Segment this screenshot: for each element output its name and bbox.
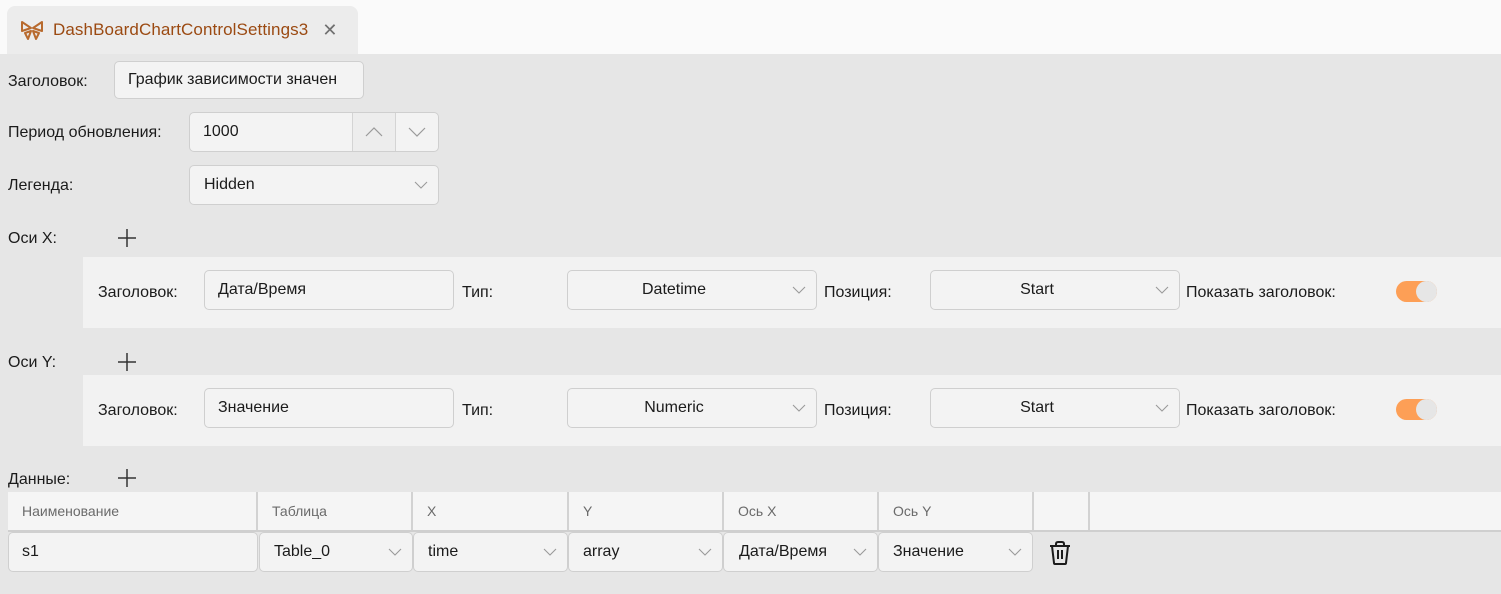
axis-x-title-label: Заголовок: xyxy=(98,284,178,301)
chevron-down-icon xyxy=(843,533,877,571)
column-header-actions xyxy=(1034,492,1090,530)
axis-y-title-value: Значение xyxy=(218,399,289,416)
butterfly-logo-icon xyxy=(20,19,44,41)
chevron-down-icon xyxy=(378,533,412,571)
chevron-down-icon xyxy=(688,533,722,571)
series-x-select[interactable]: time xyxy=(413,532,568,572)
tab-dashboard-chart-settings[interactable]: DashBoardChartControlSettings3 ✕ xyxy=(7,6,358,54)
axis-x-type-label: Тип: xyxy=(462,284,494,301)
title-label: Заголовок: xyxy=(8,73,88,90)
settings-content: Заголовок: График зависимости значен Пер… xyxy=(0,54,1501,594)
axis-y-show-title-toggle[interactable] xyxy=(1396,399,1437,420)
axis-x-row: Заголовок: Дата/Время Тип: Datetime Пози… xyxy=(83,257,1501,328)
series-x-value: time xyxy=(428,543,459,560)
legend-label: Легенда: xyxy=(8,177,74,194)
series-y-select[interactable]: array xyxy=(568,532,723,572)
axis-y-position-label: Позиция: xyxy=(824,402,892,419)
data-grid-header: Наименование Таблица X Y Ось X Ось Y xyxy=(8,492,1501,532)
add-axis-y-button[interactable] xyxy=(116,351,138,373)
chevron-down-icon xyxy=(533,533,567,571)
series-name-input[interactable]: s1 xyxy=(8,532,258,572)
axis-x-type-value: Datetime xyxy=(641,281,707,298)
chart-title-input[interactable]: График зависимости значен xyxy=(114,61,364,99)
toggle-knob xyxy=(1416,399,1437,420)
column-header-y[interactable]: Y xyxy=(569,492,724,530)
axis-y-position-select[interactable]: Start xyxy=(930,388,1180,428)
series-axis-x-select[interactable]: Дата/Время xyxy=(723,532,878,572)
delete-series-button[interactable] xyxy=(1047,540,1073,566)
axis-y-show-title-label: Показать заголовок: xyxy=(1186,402,1336,419)
close-icon[interactable]: ✕ xyxy=(322,21,337,39)
column-header-name[interactable]: Наименование xyxy=(8,492,258,530)
column-header-table[interactable]: Таблица xyxy=(258,492,413,530)
axis-x-position-label: Позиция: xyxy=(824,284,892,301)
axis-x-position-select[interactable]: Start xyxy=(930,270,1180,310)
axis-y-type-value: Numeric xyxy=(644,399,704,416)
trash-icon xyxy=(1050,541,1070,565)
axes-y-label: Оси Y: xyxy=(8,354,57,371)
tab-title: DashBoardChartControlSettings3 xyxy=(53,20,309,39)
axis-y-row: Заголовок: Значение Тип: Numeric Позиция… xyxy=(83,375,1501,446)
series-table-value: Table_0 xyxy=(274,543,331,560)
chevron-down-icon xyxy=(1145,271,1179,309)
chart-title-value: График зависимости значен xyxy=(128,71,338,88)
plus-icon xyxy=(118,353,136,371)
axis-x-title-value: Дата/Время xyxy=(218,281,307,298)
plus-icon xyxy=(118,229,136,247)
period-label: Период обновления: xyxy=(8,124,162,141)
chevron-down-icon xyxy=(998,533,1032,571)
chevron-up-icon xyxy=(365,127,383,137)
add-series-button[interactable] xyxy=(116,467,138,489)
axis-y-position-value: Start xyxy=(1020,399,1054,416)
period-numeric-input[interactable]: 1000 xyxy=(189,112,439,152)
tab-bar: DashBoardChartControlSettings3 ✕ xyxy=(0,0,1501,54)
axis-y-type-label: Тип: xyxy=(462,402,494,419)
period-value: 1000 xyxy=(203,123,239,140)
series-name-value: s1 xyxy=(22,543,39,560)
toggle-knob xyxy=(1416,281,1437,302)
axis-x-show-title-toggle[interactable] xyxy=(1396,281,1437,302)
axis-y-type-select[interactable]: Numeric xyxy=(567,388,817,428)
legend-select[interactable]: Hidden xyxy=(189,165,439,205)
axis-x-title-input[interactable]: Дата/Время xyxy=(204,270,454,310)
chevron-down-icon xyxy=(408,127,426,137)
legend-value: Hidden xyxy=(204,176,255,193)
data-label: Данные: xyxy=(8,471,71,488)
column-header-x[interactable]: X xyxy=(413,492,569,530)
series-table-select[interactable]: Table_0 xyxy=(259,532,413,572)
chevron-down-icon xyxy=(404,166,438,204)
chevron-down-icon xyxy=(1145,389,1179,427)
decrement-button[interactable] xyxy=(395,113,438,151)
axis-y-title-input[interactable]: Значение xyxy=(204,388,454,428)
chevron-down-icon xyxy=(782,389,816,427)
plus-icon xyxy=(118,469,136,487)
column-header-axis-x[interactable]: Ось X xyxy=(724,492,879,530)
add-axis-x-button[interactable] xyxy=(116,227,138,249)
series-axis-x-value: Дата/Время xyxy=(739,543,828,560)
series-y-value: array xyxy=(583,543,620,560)
series-axis-y-value: Значение xyxy=(893,543,964,560)
axis-x-position-value: Start xyxy=(1020,281,1054,298)
series-axis-y-select[interactable]: Значение xyxy=(878,532,1033,572)
axis-x-show-title-label: Показать заголовок: xyxy=(1186,284,1336,301)
column-header-axis-y[interactable]: Ось Y xyxy=(879,492,1034,530)
axis-y-title-label: Заголовок: xyxy=(98,402,178,419)
increment-button[interactable] xyxy=(352,113,395,151)
axes-x-label: Оси X: xyxy=(8,230,57,247)
chevron-down-icon xyxy=(782,271,816,309)
axis-x-type-select[interactable]: Datetime xyxy=(567,270,817,310)
